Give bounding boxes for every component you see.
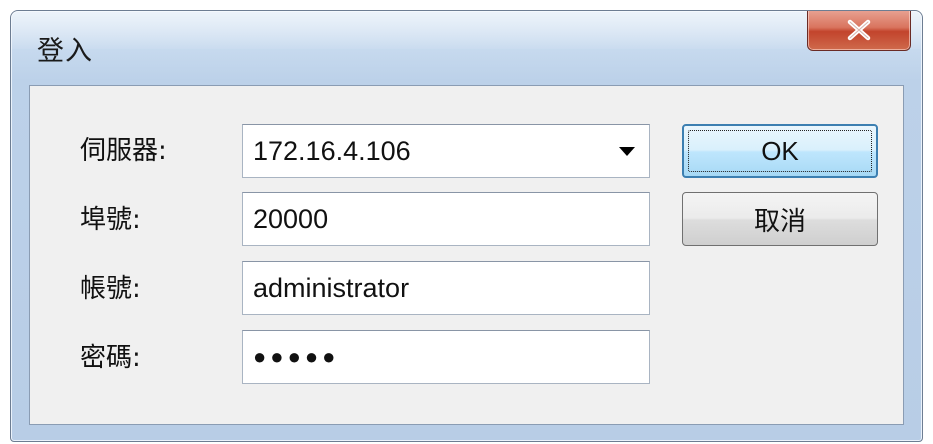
chevron-down-icon[interactable] [619,146,635,156]
cancel-button-label: 取消 [753,206,806,237]
port-label: 埠號: [80,205,141,235]
cancel-button[interactable]: 取消 [682,192,878,246]
password-input[interactable]: ●●●●● [242,330,650,384]
close-icon [846,19,872,41]
title-bar[interactable] [11,11,922,49]
login-dialog: 登入 伺服器: 172.16.4.106 埠號: 20000 帳號: admin… [10,10,923,442]
server-value: 172.16.4.106 [253,135,411,166]
server-label: 伺服器: [80,136,167,166]
password-value: ●●●●● [253,344,340,369]
ok-button[interactable]: OK [682,124,878,178]
port-value: 20000 [253,203,329,234]
window-title: 登入 [37,36,93,67]
account-label: 帳號: [80,274,141,304]
password-label: 密碼: [80,343,141,373]
close-button[interactable] [807,11,911,51]
port-input[interactable]: 20000 [242,192,650,246]
ok-button-label: OK [761,135,799,166]
dialog-content: 伺服器: 172.16.4.106 埠號: 20000 帳號: administ… [29,85,904,425]
account-value: administrator [253,272,410,303]
account-input[interactable]: administrator [242,261,650,315]
server-combobox[interactable]: 172.16.4.106 [242,124,650,178]
